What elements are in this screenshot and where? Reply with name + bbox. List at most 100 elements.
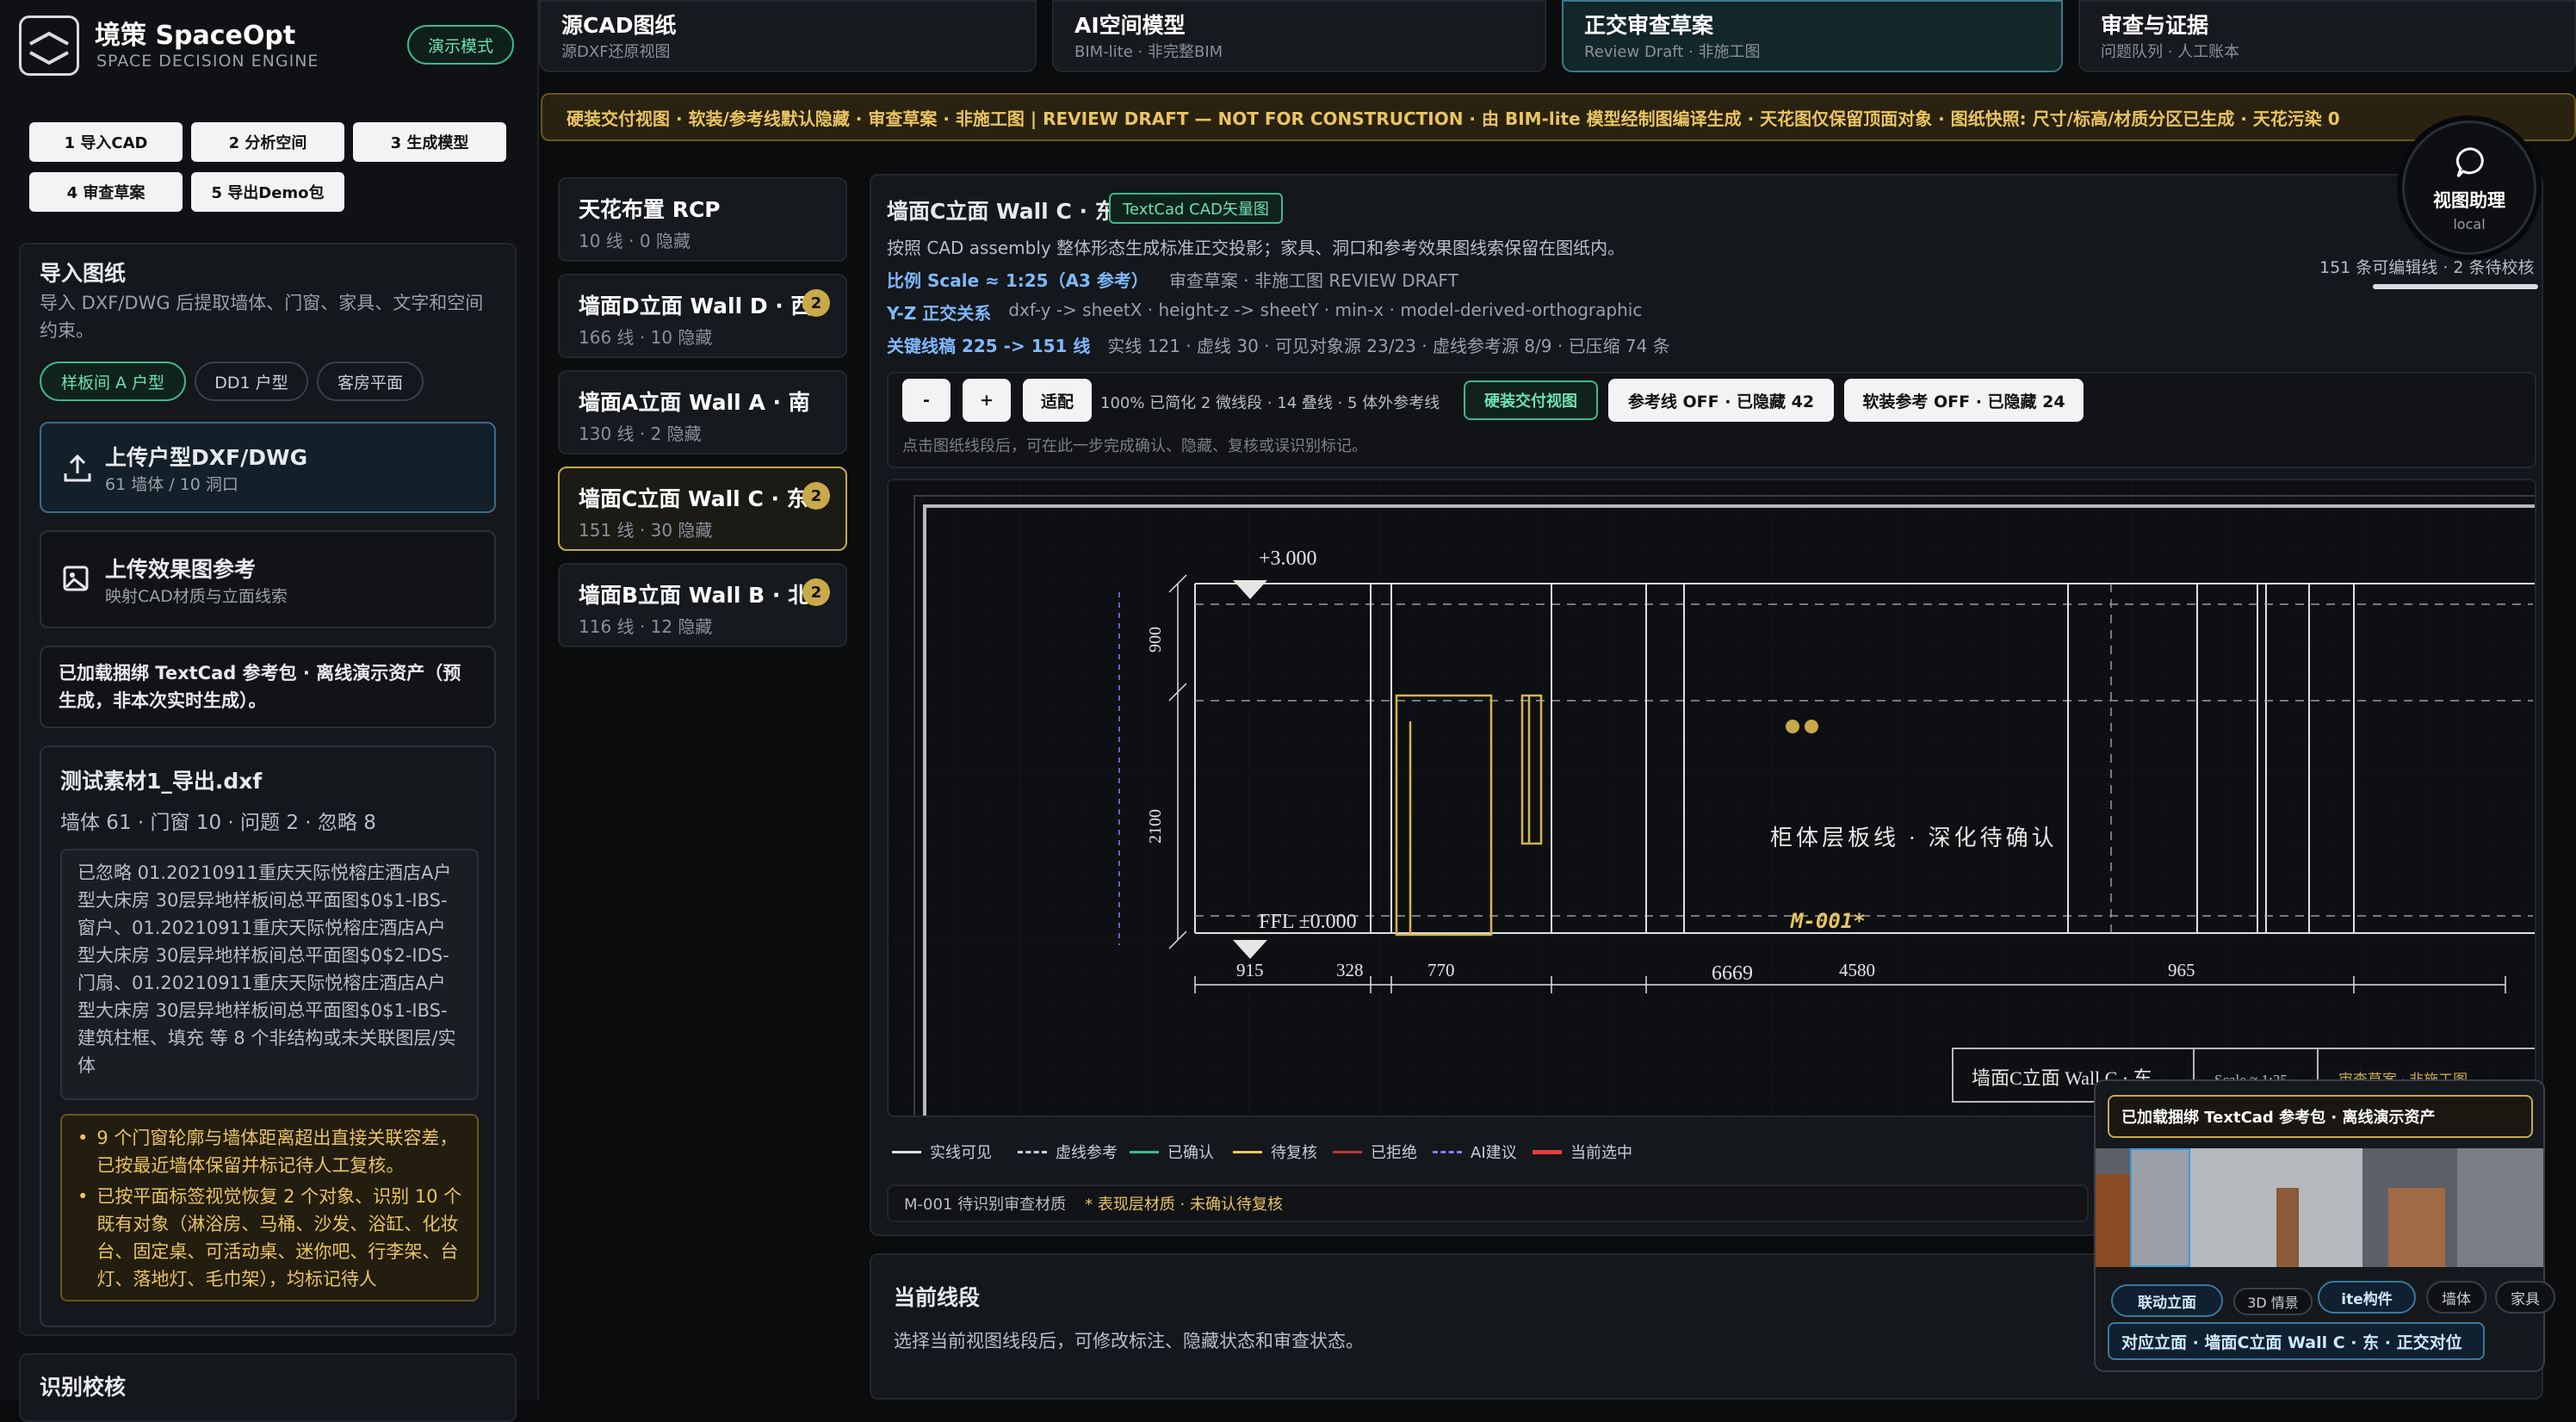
dim-900: 900: [1146, 627, 1165, 652]
warning-item: • 9 个门窗轮廓与墙体距离超出直接关联容差，已按最近墙体保留并标记待人工复核。: [77, 1128, 458, 1176]
logo-icon: [19, 15, 79, 76]
step-export-demo[interactable]: 5 导出Demo包: [191, 172, 344, 212]
upload-reference-sub: 映射CAD材质与立面线索: [105, 587, 288, 606]
file-stats: 墙体 61 · 门窗 10 · 问题 2 · 忽略 8: [60, 812, 376, 834]
assistant-label: 视图助理: [2433, 190, 2505, 211]
chat-bubble-icon: [2455, 147, 2484, 178]
hard-finish-view-button[interactable]: 硬装交付视图: [1464, 380, 1598, 420]
sheet-desc: 按照 CAD assembly 整体形态生成标准正交投影；家具、洞口和参考效果图…: [887, 238, 1625, 258]
axes-row: Y-Z 正交关系 dxf-y -> sheetX · height-z -> sh…: [887, 300, 1643, 324]
chip-sample-a[interactable]: 样板间 A 户型: [40, 362, 186, 401]
view-item-wall-b[interactable]: 墙面B立面 Wall B · 北 116 线 · 12 隐藏 2: [558, 563, 847, 647]
drawing-canvas[interactable]: +3.000 FFL ±0.000 900 2100 柜体层板线 · 深化待确认…: [887, 479, 2536, 1117]
legend-solid: 实线可见: [892, 1141, 992, 1162]
legend-rejected: 已拒绝: [1333, 1141, 1417, 1162]
assistant-sub: local: [2453, 216, 2486, 232]
tab-source-cad[interactable]: 源CAD图纸 源DXF还原视图: [539, 0, 1037, 72]
step-generate-model[interactable]: 3 生成模型: [353, 122, 506, 162]
chip-guestroom[interactable]: 客房平面: [317, 362, 424, 401]
reference-render-image: [2096, 1148, 2543, 1267]
demo-mode-button[interactable]: 演示模式: [407, 25, 514, 65]
material-name: M-001 待识别审查材质: [904, 1196, 1067, 1214]
material-tag: M-001*: [1790, 909, 1866, 933]
reference-preview-panel: 已加载捆绑 TextCad 参考包 · 离线演示资产 联动立面 3D 情景 it…: [2094, 1079, 2555, 1372]
material-status: * 表现层材质 · 未确认待复核: [1085, 1196, 1283, 1214]
segment-title: 当前线段: [894, 1285, 981, 1310]
editable-line-stats: 151 条可编辑线 · 2 条待校核: [2319, 258, 2535, 277]
sidebar: 境策 SpaceOpt SPACE DECISION ENGINE 演示模式 1…: [0, 0, 539, 1422]
furniture-button[interactable]: 家具: [2495, 1281, 2555, 1314]
vector-badge: TextCad CAD矢量图: [1109, 193, 1283, 224]
upload-reference-card[interactable]: 上传效果图参考 映射CAD材质与立面线索: [40, 530, 496, 628]
view-assistant-button[interactable]: 视图助理 local: [2402, 121, 2536, 255]
elevation-drawing: +3.000 FFL ±0.000 900 2100 柜体层板线 · 深化待确认…: [889, 480, 2535, 1116]
linked-elevation-button[interactable]: 联动立面: [2111, 1284, 2223, 1317]
loaded-note: 已加载捆绑 TextCad 参考包 · 离线演示资产（预生成，非本次实时生成）。: [59, 663, 461, 711]
toolbar-hint: 点击图纸线段后，可在此一步完成确认、隐藏、复核或误识别标记。: [902, 437, 1367, 455]
app-brand: 境策 SpaceOpt: [95, 21, 296, 51]
file-name: 测试素材1_导出.dxf: [60, 769, 263, 794]
loaded-note-card: 已加载捆绑 TextCad 参考包 · 离线演示资产（预生成，非本次实时生成）。: [40, 646, 496, 728]
tab-ortho-review-draft[interactable]: 正交审查草案 Review Draft · 非施工图: [1562, 0, 2063, 72]
reference-line-toggle[interactable]: 参考线 OFF · 已隐藏 42: [1608, 379, 1834, 422]
issue-badge: 2: [802, 578, 830, 606]
dim-2100: 2100: [1146, 809, 1165, 844]
level-top: +3.000: [1259, 547, 1317, 570]
step-import-cad[interactable]: 1 导入CAD: [29, 122, 183, 162]
material-bar: M-001 待识别审查材质 * 表现层材质 · 未确认待复核: [887, 1184, 2089, 1222]
legend-ai: AI建议: [1433, 1141, 1517, 1162]
view-item-rcp[interactable]: 天花布置 RCP 10 线 · 0 隐藏: [558, 177, 847, 262]
tab-ai-space-model[interactable]: AI空间模型 BIM-lite · 非完整BIM: [1052, 0, 1546, 72]
handle-dot: [1805, 720, 1818, 733]
view-item-wall-d[interactable]: 墙面D立面 Wall D · 西 166 线 · 10 隐藏 2: [558, 274, 847, 358]
legend-selected: 当前选中: [1533, 1141, 1632, 1162]
dim-label: 770: [1427, 960, 1455, 980]
dim-label: 965: [2168, 960, 2195, 980]
orthographic-link-note[interactable]: 对应立面 · 墙面C立面 Wall C · 东 · 正交对位: [2108, 1322, 2485, 1360]
image-icon: [63, 566, 89, 591]
upload-icon: [64, 454, 91, 482]
file-card: 测试素材1_导出.dxf 墙体 61 · 门窗 10 · 问题 2 · 忽略 8…: [40, 745, 496, 1327]
ignored-layers-text: 已忽略 01.20210911重庆天际悦榕庄酒店A户型大床房 30层异地样板间总…: [60, 849, 479, 1100]
view-item-wall-a[interactable]: 墙面A立面 Wall A · 南 130 线 · 2 隐藏: [558, 370, 847, 454]
keyline-row: 关键线稿 225 -> 151 线实线 121 · 虚线 30 · 可见对象源 …: [887, 336, 1670, 356]
walls-button[interactable]: 墙体: [2426, 1281, 2486, 1314]
dim-label: 4580: [1839, 960, 1875, 980]
import-title: 导入图纸: [40, 261, 127, 286]
app-subtitle: SPACE DECISION ENGINE: [96, 52, 319, 71]
warning-item: • 已按平面标签视觉恢复 2 个对象、识别 10 个既有对象（淋浴房、马桶、沙发、…: [77, 1186, 462, 1289]
issue-badge: 2: [802, 482, 830, 510]
progress-fill: [2373, 284, 2538, 289]
upload-cad-sub: 61 墙体 / 10 洞口: [105, 475, 238, 494]
view-item-wall-c[interactable]: 墙面C立面 Wall C · 东 151 线 · 30 隐藏 2: [558, 467, 847, 551]
zoom-out-button[interactable]: -: [902, 379, 951, 422]
import-desc: 导入 DXF/DWG 后提取墙体、门窗、家具、文字和空间约束。: [40, 293, 484, 341]
chip-dd1[interactable]: DD1 户型: [195, 362, 308, 401]
legend-confirmed: 已确认: [1130, 1141, 1214, 1162]
tab-review-evidence[interactable]: 审查与证据 问题队列 · 人工账本: [2078, 0, 2576, 72]
handle-dot: [1786, 720, 1799, 733]
dim-label: 915: [1236, 960, 1264, 980]
zoom-in-button[interactable]: +: [963, 379, 1011, 422]
legend-pending: 待复核: [1233, 1141, 1317, 1162]
issue-badge: 2: [802, 289, 830, 317]
recognition-title: 识别校核: [40, 1375, 127, 1400]
upload-cad-card[interactable]: 上传户型DXF/DWG 61 墙体 / 10 洞口: [40, 422, 496, 513]
dim-label: 328: [1336, 960, 1364, 980]
step-analyze-space[interactable]: 2 分析空间: [191, 122, 344, 162]
legend-dashed: 虚线参考: [1018, 1141, 1118, 1162]
warning-box: • 9 个门窗轮廓与墙体距离超出直接关联容差，已按最近墙体保留并标记待人工复核。 …: [60, 1114, 479, 1301]
draft-banner: 硬装交付视图 · 软装/参考线默认隐藏 · 审查草案 · 非施工图 | REVI…: [541, 93, 2576, 141]
cabinet-note: 柜体层板线 · 深化待确认: [1770, 825, 2058, 850]
dim-label: 6669: [1712, 962, 1753, 985]
soft-reference-toggle[interactable]: 软装参考 OFF · 已隐藏 24: [1844, 379, 2084, 422]
bim-lite-components-button[interactable]: ite构件: [2318, 1281, 2416, 1314]
upload-reference-title: 上传效果图参考: [105, 557, 257, 582]
step-review-draft[interactable]: 4 审查草案: [29, 172, 183, 212]
fit-button[interactable]: 适配: [1023, 379, 1092, 422]
scale-row: 比例 Scale ≈ 1:25（A3 参考） 审查草案 · 非施工图 REVIEW…: [887, 270, 1458, 291]
zoom-info: 100% 已简化 2 微线段 · 14 叠线 · 5 体外参考线: [1100, 394, 1440, 412]
3d-scene-button[interactable]: 3D 情景: [2233, 1288, 2313, 1315]
progress-track: [2373, 284, 2538, 289]
segment-desc: 选择当前视图线段后，可修改标注、隐藏状态和审查状态。: [894, 1331, 1364, 1351]
